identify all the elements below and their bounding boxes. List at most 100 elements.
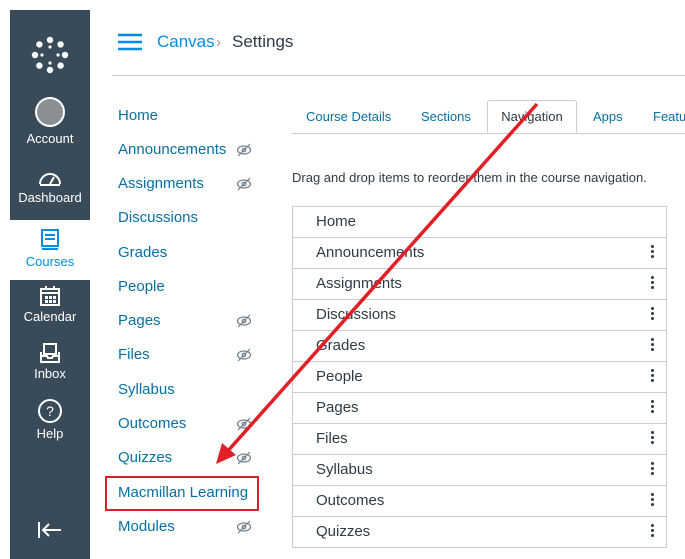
canvas-logo-icon[interactable] xyxy=(10,20,90,90)
global-nav-dashboard[interactable]: Dashboard xyxy=(10,168,90,205)
list-item-label: Syllabus xyxy=(316,461,373,478)
kebab-menu-icon[interactable] xyxy=(646,367,658,387)
course-nav-label: Grades xyxy=(118,244,168,261)
global-nav-label: Inbox xyxy=(34,366,66,381)
list-item-label: Outcomes xyxy=(316,492,385,509)
avatar-icon xyxy=(35,97,65,127)
settings-tabs: Course Details Sections Navigation Apps … xyxy=(292,100,685,134)
tab-features[interactable]: Featu xyxy=(653,100,685,133)
course-nav-label: Modules xyxy=(118,518,175,535)
hidden-eye-icon xyxy=(236,143,252,157)
global-nav-label: Calendar xyxy=(23,309,77,324)
course-nav-label: Outcomes xyxy=(118,415,187,432)
list-item[interactable]: Home xyxy=(293,207,666,238)
breadcrumb-separator: › xyxy=(216,34,221,51)
breadcrumb-current: Settings xyxy=(232,32,294,51)
kebab-menu-icon[interactable] xyxy=(646,243,658,263)
tab-course-details[interactable]: Course Details xyxy=(306,100,391,133)
course-navigation-sortable-list: Home Announcements Assignments Discussio… xyxy=(292,206,667,548)
kebab-menu-icon[interactable] xyxy=(646,274,658,294)
course-nav-grades[interactable]: Grades xyxy=(118,244,167,270)
kebab-menu-icon[interactable] xyxy=(646,429,658,449)
list-item-label: Assignments xyxy=(316,275,402,292)
course-nav-label: Announcements xyxy=(118,141,227,158)
global-nav-label: Help xyxy=(36,426,64,441)
course-nav-label: Files xyxy=(118,346,150,363)
list-item[interactable]: Pages xyxy=(293,393,666,424)
course-nav-syllabus[interactable]: Syllabus xyxy=(118,381,175,407)
global-navigation: Account Dashboard Courses Calendar Inbox… xyxy=(10,10,90,559)
course-nav-quizzes[interactable]: Quizzes xyxy=(118,449,252,475)
course-nav-label: Syllabus xyxy=(118,381,175,398)
list-item[interactable]: Discussions xyxy=(293,300,666,331)
kebab-menu-icon[interactable] xyxy=(646,336,658,356)
course-nav-home[interactable]: Home xyxy=(118,107,158,133)
drag-instructions: Drag and drop items to reorder them in t… xyxy=(292,170,647,185)
course-nav-modules[interactable]: Modules xyxy=(118,518,252,544)
hamburger-menu-button[interactable] xyxy=(118,32,142,57)
kebab-menu-icon[interactable] xyxy=(646,398,658,418)
course-nav-discussions[interactable]: Discussions xyxy=(118,209,198,235)
kebab-menu-icon[interactable] xyxy=(646,460,658,480)
tab-sections[interactable]: Sections xyxy=(421,100,471,133)
global-nav-label: Courses xyxy=(25,254,75,269)
list-item[interactable]: People xyxy=(293,362,666,393)
hidden-eye-icon xyxy=(236,177,252,191)
course-nav-label: Assignments xyxy=(118,175,204,192)
course-nav-people[interactable]: People xyxy=(118,278,165,304)
course-nav-label: People xyxy=(118,278,165,295)
course-nav-label: Pages xyxy=(118,312,161,329)
annotation-highlight-box xyxy=(105,476,259,511)
kebab-menu-icon[interactable] xyxy=(646,522,658,542)
list-item-label: Quizzes xyxy=(316,523,371,540)
global-nav-help[interactable]: ? Help xyxy=(10,398,90,441)
course-nav-assignments[interactable]: Assignments xyxy=(118,175,252,201)
list-item-label: Home xyxy=(316,213,357,230)
course-nav-announcements[interactable]: Announcements xyxy=(118,141,252,167)
course-nav-label: Quizzes xyxy=(118,449,173,466)
list-item[interactable]: Files xyxy=(293,424,666,455)
kebab-menu-icon[interactable] xyxy=(646,305,658,325)
list-item[interactable]: Announcements xyxy=(293,238,666,269)
list-item[interactable]: Grades xyxy=(293,331,666,362)
courses-icon xyxy=(41,229,59,250)
global-nav-calendar[interactable]: Calendar xyxy=(10,285,90,324)
course-nav-label: Home xyxy=(118,107,159,124)
collapse-nav-button[interactable] xyxy=(10,520,90,545)
list-item[interactable]: Quizzes xyxy=(293,517,666,548)
tab-apps[interactable]: Apps xyxy=(593,100,623,133)
breadcrumb-root-link[interactable]: Canvas xyxy=(157,32,215,52)
hidden-eye-icon xyxy=(236,451,252,465)
list-item[interactable]: Assignments xyxy=(293,269,666,300)
list-item[interactable]: Outcomes xyxy=(293,486,666,517)
list-item-label: Announcements xyxy=(316,244,425,261)
list-item[interactable]: Syllabus xyxy=(293,455,666,486)
help-icon: ? xyxy=(38,399,62,423)
global-nav-inbox[interactable]: Inbox xyxy=(10,342,90,381)
list-item-label: Discussions xyxy=(316,306,397,323)
course-nav-outcomes[interactable]: Outcomes xyxy=(118,415,252,441)
course-nav-files[interactable]: Files xyxy=(118,346,252,372)
svg-text:?: ? xyxy=(46,403,54,419)
course-nav-pages[interactable]: Pages xyxy=(118,312,252,338)
global-nav-courses[interactable]: Courses xyxy=(10,220,90,280)
list-item-label: Pages xyxy=(316,399,359,416)
course-nav-label: Discussions xyxy=(118,209,199,226)
hidden-eye-icon xyxy=(236,348,252,362)
tab-navigation[interactable]: Navigation xyxy=(487,100,577,133)
calendar-icon xyxy=(40,286,60,306)
list-item-label: Grades xyxy=(316,337,366,354)
global-nav-label: Account xyxy=(26,131,74,146)
collapse-arrow-icon xyxy=(38,522,61,538)
kebab-menu-icon[interactable] xyxy=(646,491,658,511)
list-item-label: People xyxy=(316,368,363,385)
global-nav-account[interactable]: Account xyxy=(10,95,90,146)
list-item-label: Files xyxy=(316,430,348,447)
dashboard-icon xyxy=(39,173,61,186)
hidden-eye-icon xyxy=(236,520,252,534)
hidden-eye-icon xyxy=(236,417,252,431)
inbox-icon xyxy=(40,343,60,363)
annotation-arrowhead xyxy=(216,443,236,464)
page-header: Canvas › Settings xyxy=(112,0,685,76)
hidden-eye-icon xyxy=(236,314,252,328)
